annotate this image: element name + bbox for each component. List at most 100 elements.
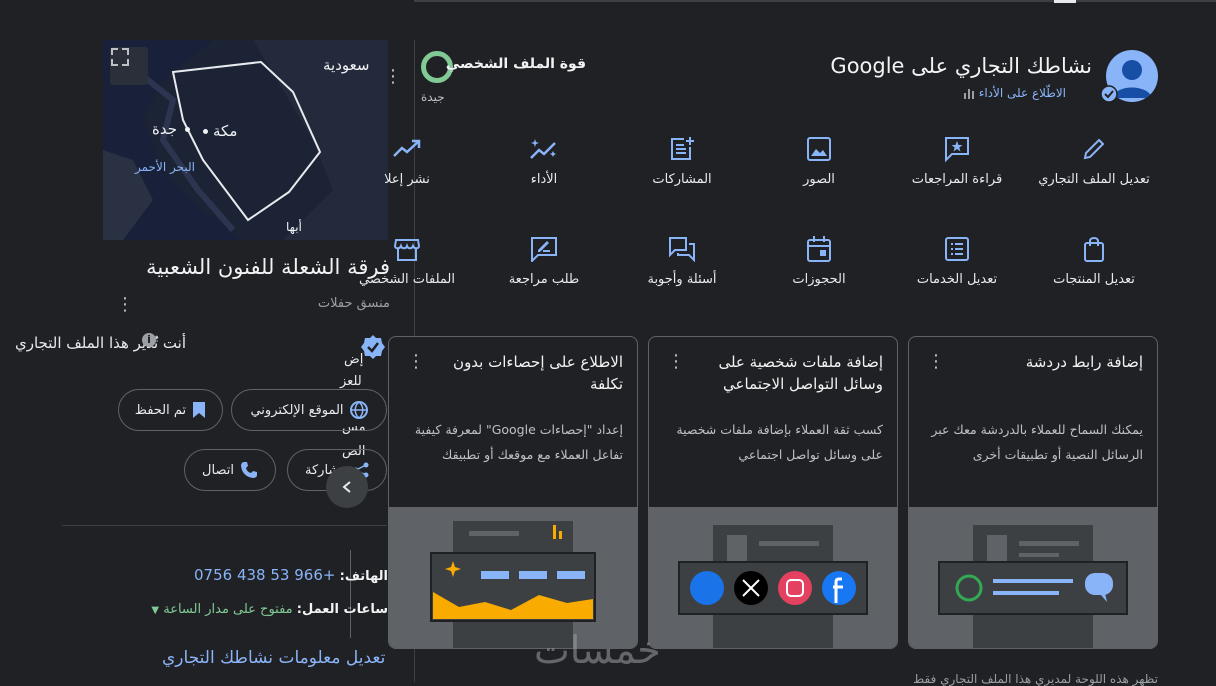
- manage-profile-text: أنت تُدير هذا الملف التجاري: [15, 334, 186, 352]
- watermark: خمسات: [534, 628, 661, 672]
- performance-link-text: الاطّلاع على الأداء: [978, 86, 1066, 100]
- partial-text-1: إض: [344, 352, 364, 367]
- phone-row: الهاتف: +966 53 438 0756: [194, 566, 388, 584]
- business-more-icon[interactable]: ⋮: [116, 294, 134, 315]
- action-photos[interactable]: الصور: [749, 134, 889, 187]
- action-edit-services[interactable]: تعديل الخدمات: [887, 234, 1027, 287]
- card-more-icon[interactable]: ⋮: [927, 351, 945, 372]
- phone-key: الهاتف:: [339, 569, 388, 584]
- info-icon[interactable]: i: [142, 333, 156, 347]
- map-dot-makkah: [203, 129, 208, 134]
- expand-icon: [111, 48, 129, 66]
- action-bookings[interactable]: الحجوزات: [749, 234, 889, 287]
- card-desc: كسب ثقة العملاء بإضافة ملفات شخصية على و…: [676, 422, 883, 462]
- card-chat-link[interactable]: إضافة رابط دردشة ⋮ يمكنك السماح للعملاء …: [908, 336, 1158, 649]
- action-read-reviews[interactable]: قراءة المراجعات: [887, 134, 1027, 187]
- social-illustration: [678, 525, 868, 648]
- chevron-down-icon[interactable]: ▼: [151, 605, 159, 616]
- profile-strength-rating: جيدة: [421, 90, 445, 104]
- map-label-makkah: مكة: [213, 122, 238, 140]
- hours-key: ساعات العمل:: [296, 602, 388, 617]
- saved-label: تم الحفظ: [134, 402, 187, 418]
- profile-strength-title: قوة الملف الشخصي: [445, 56, 586, 72]
- action-edit-products[interactable]: تعديل المنتجات: [1024, 234, 1164, 287]
- verified-icon: [361, 335, 385, 359]
- info-bracket: [342, 550, 351, 638]
- action-label: تعديل المنتجات: [1053, 272, 1135, 287]
- map-label-country: سعودية: [323, 56, 370, 74]
- map-more-icon[interactable]: ⋮: [384, 66, 402, 87]
- action-label: نشر إعلا: [384, 172, 430, 187]
- phone-icon: [240, 462, 257, 478]
- action-label: الأداء: [530, 172, 558, 187]
- card-illustration: [649, 507, 897, 648]
- review-star-icon: [945, 137, 969, 163]
- action-label: طلب مراجعة: [508, 272, 580, 287]
- calendar-icon: [807, 236, 831, 262]
- card-social-profiles[interactable]: إضافة ملفات شخصية على وسائل التواصل الاج…: [648, 336, 898, 649]
- card-analytics[interactable]: الاطلاع على إحصاءات بدون تكلفة ⋮ إعداد "…: [388, 336, 638, 649]
- card-illustration: [909, 507, 1157, 648]
- collapse-panel-button[interactable]: [326, 466, 368, 508]
- action-label: قراءة المراجعات: [911, 172, 1003, 187]
- action-edit-profile[interactable]: تعديل الملف التجاري: [1024, 134, 1164, 187]
- saved-chip[interactable]: تم الحفظ: [118, 389, 223, 431]
- hours-row: ساعات العمل: مفتوح على مدار الساعة ▼: [151, 602, 388, 617]
- partial-text-2: للعز: [340, 374, 362, 389]
- card-more-icon[interactable]: ⋮: [667, 351, 685, 372]
- chevron-left-icon: [342, 481, 351, 493]
- page-title: نشاطك التجاري على Google: [830, 54, 1092, 78]
- action-profiles[interactable]: الملفات الشخصي: [337, 234, 477, 287]
- card-desc: يمكنك السماح للعملاء بالدردشة معك عبر ال…: [931, 422, 1143, 462]
- card-title: الاطلاع على إحصاءات بدون تكلفة: [453, 353, 623, 393]
- action-label: تعديل الملف التجاري: [1038, 172, 1150, 187]
- trending-up-icon: [393, 139, 421, 157]
- call-chip[interactable]: اتصال: [184, 449, 276, 491]
- rate-review-icon: [531, 237, 557, 262]
- map-label-jeddah: جدة: [152, 120, 178, 138]
- list-icon: [945, 237, 969, 261]
- hours-value[interactable]: مفتوح على مدار الساعة: [163, 602, 292, 617]
- map-label-red-sea: البحر الأحمر: [135, 160, 195, 174]
- action-label: الملفات الشخصي: [359, 272, 455, 287]
- avatar-verified-icon: [1100, 85, 1118, 103]
- sparkle-trend-icon: [530, 139, 556, 159]
- action-advertise[interactable]: نشر إعلا: [337, 134, 477, 187]
- action-request-review[interactable]: طلب مراجعة: [474, 234, 614, 287]
- section-divider: [62, 525, 387, 526]
- qa-icon: [669, 237, 695, 262]
- call-label: اتصال: [202, 462, 234, 478]
- card-title: إضافة ملفات شخصية على وسائل التواصل الاج…: [718, 353, 883, 393]
- bookmark-icon: [193, 402, 206, 418]
- bar-chart-icon: [963, 89, 974, 99]
- footer-note: تظهر هذه اللوحة لمديري هذا الملف التجاري…: [913, 672, 1158, 686]
- website-chip[interactable]: الموقع الإلكتروني: [231, 389, 387, 431]
- map-dot-jeddah: [185, 127, 190, 132]
- shopping-bag-icon: [1084, 237, 1104, 262]
- top-indicator: [1054, 0, 1076, 3]
- action-qa[interactable]: أسئلة وأجوبة: [612, 234, 752, 287]
- card-desc: إعداد "إحصاءات Google" لمعرفة كيفية تفاع…: [414, 422, 623, 462]
- action-label: تعديل الخدمات: [916, 272, 998, 287]
- phone-value[interactable]: +966 53 438 0756: [194, 566, 335, 584]
- card-more-icon[interactable]: ⋮: [407, 351, 425, 372]
- map-label-abha: أبها: [286, 220, 302, 234]
- action-label: الصور: [803, 172, 835, 187]
- chat-illustration: [938, 525, 1128, 648]
- website-label: الموقع الإلكتروني: [250, 402, 344, 418]
- performance-link[interactable]: الاطّلاع على الأداء: [963, 86, 1066, 100]
- action-label: الحجوزات: [792, 272, 846, 287]
- storefront-icon: [394, 239, 420, 261]
- pencil-icon: [1083, 138, 1105, 160]
- post-add-icon: [671, 137, 694, 160]
- action-posts[interactable]: المشاركات: [612, 134, 752, 187]
- globe-icon: [349, 401, 368, 419]
- card-title: إضافة رابط دردشة: [1025, 353, 1143, 371]
- action-performance[interactable]: الأداء: [474, 134, 614, 187]
- expand-map-button[interactable]: [110, 47, 148, 85]
- edit-business-info-link[interactable]: تعديل معلومات نشاطك التجاري: [162, 648, 385, 668]
- action-label: المشاركات: [652, 172, 712, 187]
- image-icon: [807, 137, 831, 161]
- business-category: منسق حفلات: [317, 296, 390, 311]
- action-label: أسئلة وأجوبة: [647, 272, 717, 287]
